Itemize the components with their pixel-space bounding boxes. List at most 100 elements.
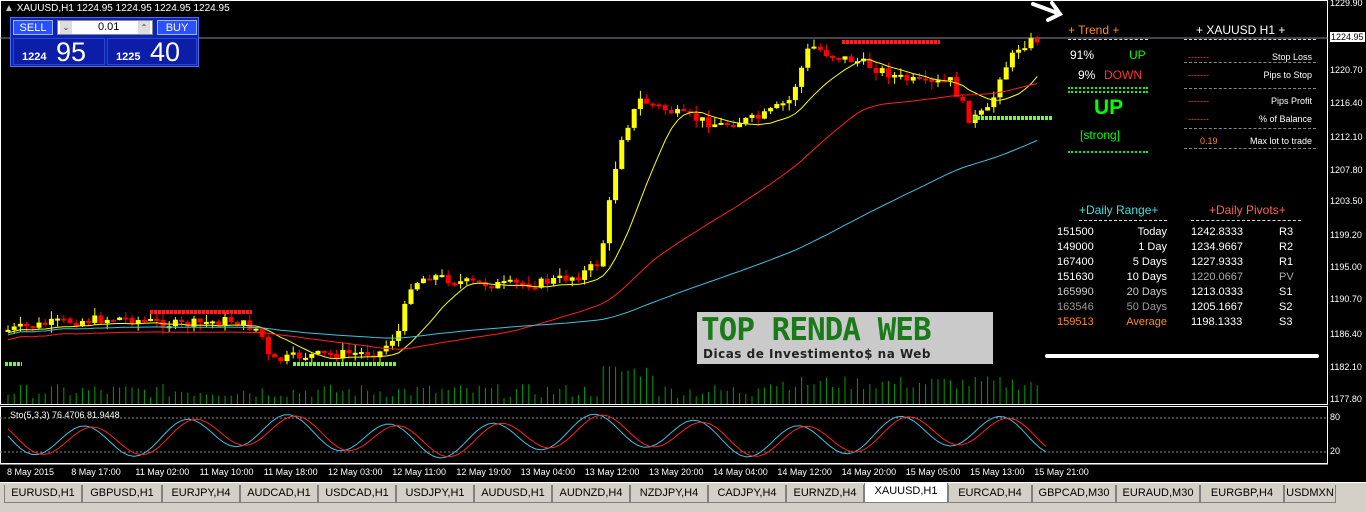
candle-body	[755, 114, 761, 119]
time-axis: 8 May 2015 8 May 17:00 11 May 02:00 11 May …	[0, 464, 1328, 482]
candle-body	[910, 76, 916, 81]
candle-body	[265, 336, 271, 355]
buy-price-big: 40	[150, 37, 181, 67]
tab-xauusd-h1[interactable]: XAUUSD,H1	[864, 483, 948, 503]
candle-body	[290, 352, 296, 355]
time-tick-label: 13 May 20:00	[649, 467, 704, 477]
candle-body	[55, 318, 61, 321]
tab-usdcad-h1[interactable]: USDCAD,H1	[318, 485, 396, 503]
candle-body	[706, 117, 712, 128]
tab-gbpusd-h1[interactable]: GBPUSD,H1	[82, 485, 162, 503]
candle-body	[321, 350, 327, 353]
candle-body	[296, 352, 302, 359]
candle-body	[464, 278, 470, 282]
lot-down-icon[interactable]: ⌄	[60, 21, 72, 34]
candle-body	[253, 328, 259, 331]
candle-body	[458, 281, 464, 284]
candle-body	[712, 124, 718, 128]
symbol-header: XAUUSD,H1 1224.95 1224.95 1224.95 1224.9…	[16, 3, 230, 14]
tab-nzdjpy-h4[interactable]: NZDJPY,H4	[630, 485, 708, 503]
candle-body	[222, 317, 228, 326]
candle-body	[216, 321, 222, 326]
stochastic-panel[interactable]	[0, 406, 1328, 464]
watermark-title: TOP RENDA WEB	[701, 312, 932, 348]
candle-body	[278, 357, 284, 362]
tab-euraud-m30[interactable]: EURAUD,M30	[1116, 485, 1200, 503]
tab-usdmxn[interactable]: USDMXN	[1284, 485, 1336, 503]
tab-eurusd-h1[interactable]: EURUSD,H1	[4, 485, 82, 503]
lot-up-icon[interactable]: ⌃	[138, 21, 150, 34]
candle-body	[780, 103, 786, 106]
chart-header: ▲ XAUUSD,H1 1224.95 1224.95 1224.95 1224…	[4, 3, 230, 14]
pivot-label: R2	[1279, 241, 1294, 253]
candle-body	[606, 200, 612, 244]
tab-eurcad-h4[interactable]: EURCAD,H4	[948, 485, 1032, 503]
metatrader-window: ▲ XAUUSD,H1 1224.95 1224.95 1224.95 1224…	[0, 0, 1366, 512]
tab-usdjpy-h1[interactable]: USDJPY,H1	[396, 485, 474, 503]
candle-body	[197, 318, 203, 323]
candle-body	[104, 319, 110, 324]
candle-body	[1016, 49, 1022, 53]
tab-eurgbp-h4[interactable]: EURGBP,H4	[1200, 485, 1284, 503]
buy-button[interactable]: BUY	[157, 20, 197, 35]
daily-range-title: +Daily Range+	[1079, 203, 1159, 217]
divider	[1184, 88, 1316, 89]
candle-body	[141, 320, 147, 323]
buy-price-box[interactable]: 1225 40	[107, 37, 197, 67]
divider	[1068, 151, 1148, 153]
time-tick-label: 14 May 12:00	[777, 467, 832, 477]
divider	[1184, 128, 1316, 129]
pivot-label: S2	[1279, 301, 1293, 313]
price-tick-label: 1220.70	[1330, 65, 1363, 75]
time-tick-label: 12 May 11:00	[392, 467, 447, 477]
lot-size-value[interactable]: 0.01	[98, 21, 119, 34]
range-label: 20 Days	[1126, 286, 1167, 298]
collapse-icon[interactable]: ▲	[4, 3, 14, 14]
range-label: Average	[1126, 316, 1167, 328]
candle-body	[675, 109, 681, 114]
lot-size-stepper[interactable]: ⌄ 0.01 ⌃	[57, 20, 153, 35]
time-tick-label: 14 May 04:00	[713, 467, 768, 477]
info-label: Stop Loss	[1271, 52, 1312, 62]
candle-body	[11, 326, 17, 330]
candle-body	[445, 275, 451, 284]
sell-button[interactable]: SELL	[13, 20, 53, 35]
time-tick-label: 8 May 2015	[7, 467, 55, 477]
price-axis[interactable]: 1229.90 1224.95 1220.70 1216.40 1212.10 1207.…	[1328, 0, 1366, 465]
divider	[1079, 220, 1167, 221]
candle-body	[389, 340, 395, 346]
candle-body	[433, 275, 439, 280]
candle-body	[631, 109, 637, 128]
candle-body	[730, 125, 736, 128]
range-label: Today	[1137, 226, 1167, 238]
candle-body	[613, 168, 619, 201]
daily-pivots-title: +Daily Pivots+	[1209, 203, 1286, 217]
tab-eurnzd-h4[interactable]: EURNZD,H4	[786, 485, 864, 503]
tab-gbpcad-m30[interactable]: GBPCAD,M30	[1032, 485, 1116, 503]
info-value: -------	[1188, 70, 1209, 80]
divider	[1068, 87, 1148, 89]
candle-body	[73, 323, 79, 326]
tab-audnzd-h4[interactable]: AUDNZD,H4	[552, 485, 630, 503]
candle-body	[551, 278, 557, 284]
candle-body	[532, 287, 538, 290]
divider	[1068, 91, 1148, 93]
candle-body	[557, 275, 563, 279]
trend-title: + Trend +	[1068, 23, 1120, 37]
candle-body	[792, 86, 798, 101]
pivot-value: 1205.1667	[1191, 301, 1243, 313]
candle-body	[17, 323, 23, 327]
candle-body	[594, 264, 600, 267]
range-label: 10 Days	[1126, 271, 1167, 283]
candle-body	[923, 78, 929, 81]
range-label: 5 Days	[1132, 256, 1167, 268]
tab-eurjpy-h4[interactable]: EURJPY,H4	[162, 485, 240, 503]
candle-body	[737, 123, 743, 128]
mouse-cursor-icon	[1031, 1, 1064, 22]
sell-price-box[interactable]: 1224 95	[13, 37, 105, 67]
candle-body	[569, 277, 575, 281]
tab-cadjpy-h4[interactable]: CADJPY,H4	[708, 485, 786, 503]
tab-audusd-h1[interactable]: AUDUSD,H1	[474, 485, 552, 503]
daily-pivots-panel: +Daily Pivots+ 1242.8333 R3 1234.9667 R2 122…	[1185, 200, 1305, 335]
tab-audcad-h1[interactable]: AUDCAD,H1	[240, 485, 318, 503]
